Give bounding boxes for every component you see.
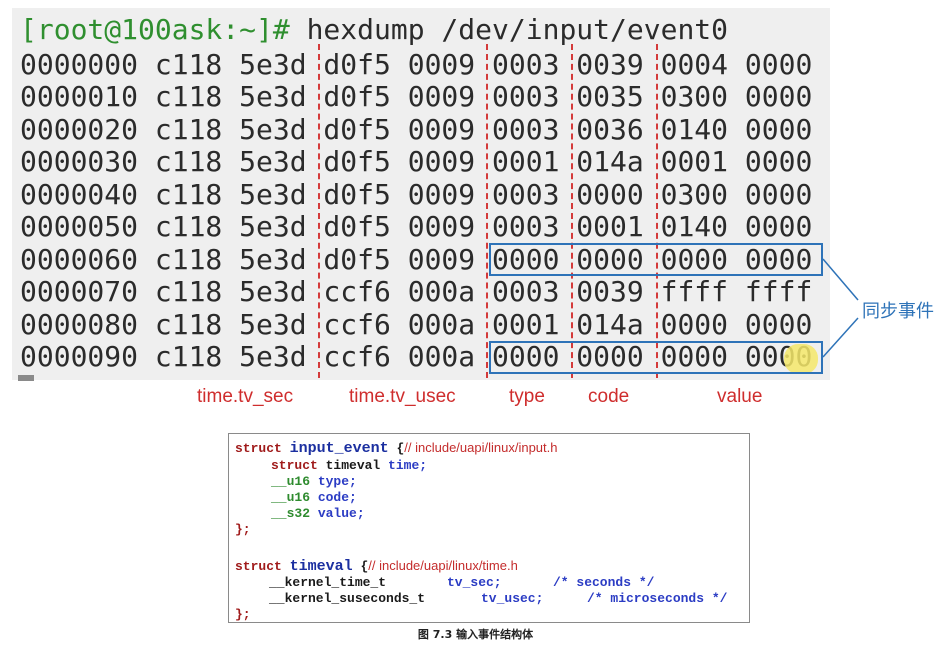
comment-input-h: // include/uapi/linux/input.h	[404, 440, 558, 455]
type-u16: __u16	[271, 474, 311, 489]
label-value: value	[717, 386, 763, 407]
open-brace: {	[388, 441, 405, 456]
sync-event-label: 同步事件	[862, 301, 934, 322]
open-brace: {	[352, 559, 369, 574]
comment-seconds: /* seconds */	[553, 575, 655, 590]
comment-microseconds: /* microseconds */	[587, 591, 728, 606]
code-line-timeval: struct timeval {// include/uapi/linux/ti…	[235, 558, 518, 575]
label-tv-usec: time.tv_usec	[349, 386, 456, 407]
figure-caption: 图 7.3 输入事件结构体	[417, 628, 534, 641]
label-code: code	[588, 386, 630, 407]
code-line-tv-sec: __kernel_time_t tv_sec; /* seconds */	[269, 575, 654, 591]
field-code: code;	[310, 490, 357, 505]
type-kernel-suseconds-t: __kernel_suseconds_t	[269, 591, 426, 606]
code-line-code: __u16 code;	[271, 490, 357, 506]
keyword-struct: struct	[271, 458, 318, 473]
label-tv-sec: time.tv_sec	[197, 386, 294, 407]
code-line-close-2: };	[235, 607, 251, 623]
struct-name-timeval: timeval	[289, 558, 353, 575]
code-line-value: __s32 value;	[271, 506, 365, 522]
field-time: time;	[380, 458, 428, 473]
struct-name-input-event: input_event	[289, 440, 389, 457]
field-tv-sec: tv_sec;	[447, 575, 502, 590]
code-line-close: };	[235, 522, 251, 538]
code-line-time: struct timeval time;	[271, 458, 427, 474]
comment-time-h: // include/uapi/linux/time.h	[368, 558, 518, 573]
close-brace: };	[235, 607, 251, 622]
type-s32: __s32	[271, 506, 311, 521]
code-line-type: __u16 type;	[271, 474, 357, 490]
struct-definition-box: struct input_event {// include/uapi/linu…	[228, 433, 750, 623]
type-kernel-time-t: __kernel_time_t	[269, 575, 387, 590]
field-type: type;	[310, 474, 357, 489]
keyword-struct: struct	[235, 559, 282, 574]
close-brace: };	[235, 522, 251, 537]
type-u16: __u16	[271, 490, 311, 505]
code-line-input-event: struct input_event {// include/uapi/linu…	[235, 440, 557, 457]
field-value: value;	[310, 506, 365, 521]
type-timeval: timeval	[317, 458, 381, 473]
field-tv-usec: tv_usec;	[481, 591, 544, 606]
label-type: type	[509, 386, 545, 407]
code-line-tv-usec: __kernel_suseconds_t tv_usec; /* microseco…	[269, 591, 727, 607]
keyword-struct: struct	[235, 441, 282, 456]
